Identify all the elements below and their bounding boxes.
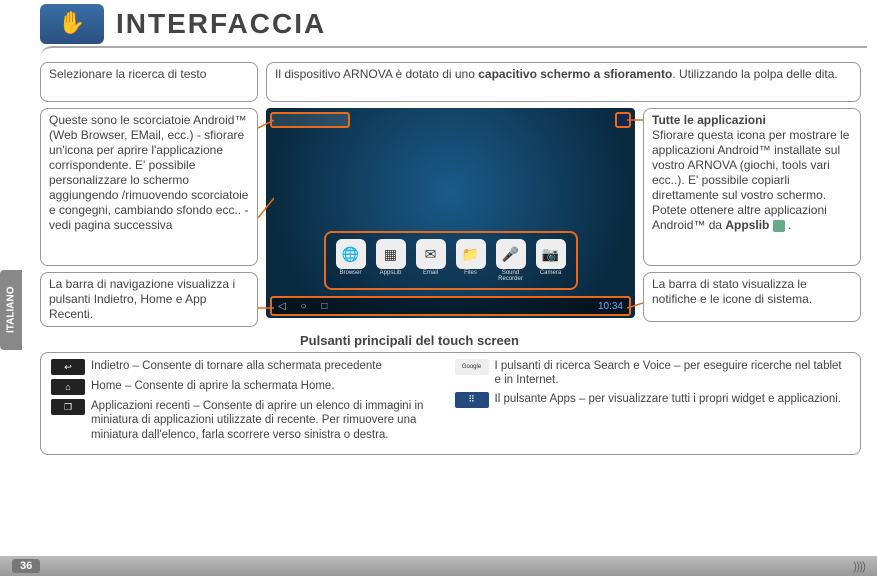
back-desc: Indietro – Consente di tornare alla sche…	[91, 359, 382, 373]
home-icon	[51, 379, 85, 395]
statusbar-highlight: ◁ ○ □ 10:34	[270, 296, 631, 316]
callout-shortcuts-text: Queste sono le scorciatoie Android™ (Web…	[49, 113, 248, 232]
browser-icon: 🌐	[336, 239, 366, 269]
intro-before: Il dispositivo ARNOVA è dotato di uno	[275, 67, 478, 81]
footer-decoration: ))))	[853, 559, 865, 573]
bottom-legend: Indietro – Consente di tornare alla sche…	[40, 352, 861, 455]
recent-icon	[51, 399, 85, 415]
camera-icon: 📷	[536, 239, 566, 269]
search-icon: Google	[455, 359, 489, 375]
clock-label: 10:34	[598, 301, 623, 312]
intro-box: Il dispositivo ARNOVA è dotato di uno ca…	[266, 62, 861, 102]
files-icon: 📁	[456, 239, 486, 269]
callout-allapps-body: Sfiorare questa icona per mostrare le ap…	[652, 128, 849, 232]
dock-item: ▦AppsLib	[376, 239, 406, 282]
dock-item: 🎤Sound Recorder	[496, 239, 526, 282]
callout-allapps-bold: Appslib	[725, 218, 769, 232]
page-header: INTERFACCIA	[0, 0, 877, 46]
callout-search-text-label: Selezionare la ricerca di testo	[49, 67, 206, 81]
appslib-icon: ▦	[376, 239, 406, 269]
dock-item: 📁Files	[456, 239, 486, 282]
back-icon	[51, 359, 85, 375]
dock-highlight: 🌐Browser ▦AppsLib ✉Email 📁Files 🎤Sound R…	[324, 231, 578, 290]
touch-icon	[40, 4, 104, 44]
dock-item: 🌐Browser	[336, 239, 366, 282]
page-footer: 36 ))))	[0, 556, 877, 576]
search-desc: I pulsanti di ricerca Search e Voice – p…	[495, 359, 851, 388]
apps-button-highlight	[615, 112, 631, 128]
page-number: 36	[12, 559, 40, 573]
callout-allapps: Tutte le applicazioni Sfiorare questa ic…	[643, 108, 861, 266]
callout-allapps-title: Tutte le applicazioni	[652, 113, 766, 127]
callout-search-text: Selezionare la ricerca di testo	[40, 62, 258, 102]
dock-item: ✉Email	[416, 239, 446, 282]
recorder-icon: 🎤	[496, 239, 526, 269]
callout-shortcuts: Queste sono le scorciatoie Android™ (Web…	[40, 108, 258, 266]
intro-bold: capacitivo schermo a sfioramento	[478, 67, 672, 81]
callout-statusbar: La barra di stato visualizza le notifich…	[643, 272, 861, 322]
recent-desc: Applicazioni recenti – Consente di aprir…	[91, 399, 447, 442]
callout-navbar: La barra di navigazione visualizza i pul…	[40, 272, 258, 327]
intro-after: . Utilizzando la polpa delle dita.	[672, 67, 837, 81]
tablet-screenshot: 🌐Browser ▦AppsLib ✉Email 📁Files 🎤Sound R…	[266, 108, 635, 318]
callout-statusbar-text: La barra di stato visualizza le notifich…	[652, 277, 812, 306]
email-icon: ✉	[416, 239, 446, 269]
header-divider	[40, 46, 867, 58]
subheading: Pulsanti principali del touch screen	[300, 333, 861, 348]
page-title: INTERFACCIA	[116, 8, 326, 40]
apps-icon	[455, 392, 489, 408]
nav-buttons-icon: ◁ ○ □	[278, 301, 333, 312]
callout-navbar-text: La barra di navigazione visualizza i pul…	[49, 277, 235, 321]
appslib-inline-icon	[773, 220, 785, 232]
apps-desc: Il pulsante Apps – per visualizzare tutt…	[495, 392, 841, 406]
dock-item: 📷Camera	[536, 239, 566, 282]
search-widget-highlight	[270, 112, 350, 128]
home-desc: Home – Consente di aprire la schermata H…	[91, 379, 335, 393]
